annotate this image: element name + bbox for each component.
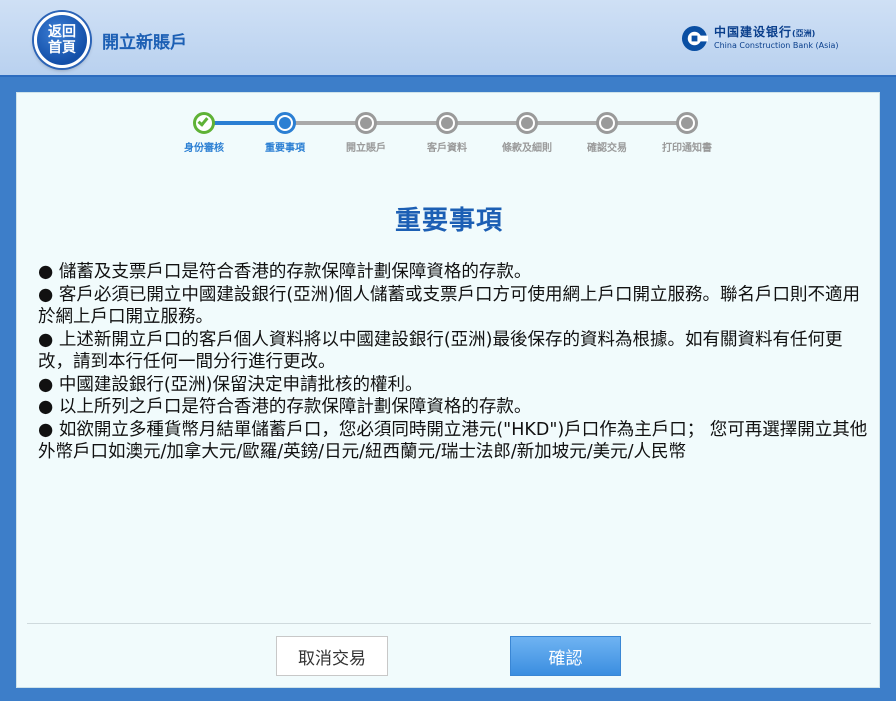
logo-chinese-name: 中国建设银行(亞洲) [714, 25, 816, 39]
step-label: 打印通知書 [662, 143, 712, 154]
bank-logo: 中国建设银行(亞洲) China Construction Bank (Asia… [681, 24, 839, 52]
important-notes: ● 儲蓄及支票戶口是符合香港的存款保障計劃保障資格的存款。 ● 客戶必須已開立中… [38, 261, 870, 464]
step-1-complete-icon [193, 112, 215, 134]
step-label: 身份審核 [184, 143, 224, 154]
step-7-pending-icon [676, 112, 698, 134]
step-2-current-icon [274, 112, 296, 134]
home-button-line2: 首頁 [48, 40, 76, 56]
note-item: ● 中國建設銀行(亞洲)保留決定申請批核的權利。 [38, 374, 423, 395]
step-4-pending-icon [436, 112, 458, 134]
note-item: ● 儲蓄及支票戶口是符合香港的存款保障計劃保障資格的存款。 [38, 262, 532, 282]
app-header: 返回 首頁 開立新賬戶 中国建设银行(亞洲) China Constructio… [0, 0, 896, 77]
footer-divider [27, 623, 871, 624]
progress-stepper: 身份審核 重要事項 開立賬戶 客戶資料 條款及細則 確認交易 打印通知書 [17, 93, 881, 163]
home-button-line1: 返回 [48, 24, 76, 40]
home-button[interactable]: 返回 首頁 [34, 12, 90, 68]
ccb-logo-icon [681, 25, 708, 51]
section-heading: 重要事項 [394, 206, 503, 236]
note-item: ● 客戶必須已開立中國建設銀行(亞洲)個人儲蓄或支票戶口方可使用網上戶口開立服務… [38, 284, 860, 328]
step-connector [285, 121, 687, 125]
step-5-pending-icon [516, 112, 538, 134]
step-connector [204, 121, 285, 125]
step-6-pending-icon [596, 112, 618, 134]
page-title: 開立新賬戶 [102, 33, 187, 53]
step-3-pending-icon [355, 112, 377, 134]
note-item: ● 如欲開立多種貨幣月結單儲蓄戶口，您必須同時開立港元("HKD")戶口作為主戶… [38, 419, 868, 463]
content-panel: 身份審核 重要事項 開立賬戶 客戶資料 條款及細則 確認交易 打印通知書 重要事… [16, 92, 880, 688]
note-item: ● 以上所列之戶口是符合香港的存款保障計劃保障資格的存款。 [38, 397, 532, 417]
cancel-transaction-button[interactable]: 取消交易 [276, 636, 388, 676]
step-label: 確認交易 [587, 143, 627, 154]
step-label: 條款及細則 [502, 143, 552, 154]
note-item: ● 上述新開立戶口的客戶個人資料將以中國建設銀行(亞洲)最後保存的資料為根據。如… [38, 329, 843, 373]
step-label: 重要事項 [265, 143, 305, 154]
confirm-button[interactable]: 確認 [510, 636, 621, 676]
logo-english-name: China Construction Bank (Asia) [714, 41, 839, 50]
step-label: 開立賬戶 [346, 143, 386, 154]
step-label: 客戶資料 [427, 143, 467, 154]
